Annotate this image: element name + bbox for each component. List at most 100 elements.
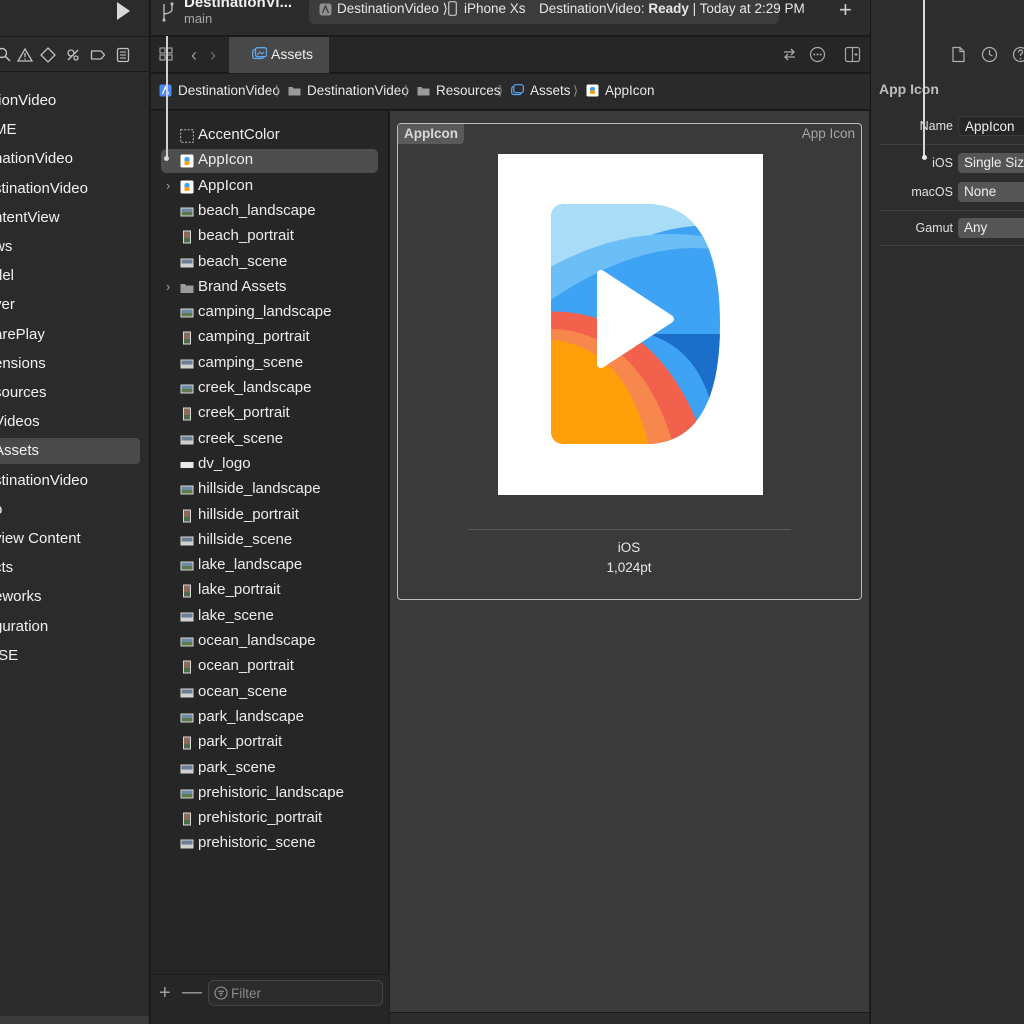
help-inspector-icon[interactable] bbox=[1012, 46, 1024, 63]
file-inspector-icon[interactable] bbox=[950, 46, 967, 63]
app-icon-set[interactable]: AppIcon App Icon iOS 1,024pt bbox=[397, 123, 862, 600]
asset-row[interactable]: AccentColor bbox=[161, 124, 378, 148]
asset-row[interactable]: prehistoric_scene bbox=[161, 832, 378, 856]
debug-navigator-icon[interactable] bbox=[65, 47, 81, 63]
image-scene-icon bbox=[180, 688, 194, 698]
asset-row[interactable]: creek_landscape bbox=[161, 377, 378, 401]
navigator-item[interactable]: nationVideo bbox=[0, 146, 140, 172]
navigator-item[interactable]: guration bbox=[0, 614, 140, 640]
asset-row[interactable]: hillside_landscape bbox=[161, 478, 378, 502]
asset-row[interactable]: hillside_portrait bbox=[161, 504, 378, 528]
find-navigator-icon[interactable] bbox=[0, 47, 12, 63]
asset-label: hillside_scene bbox=[198, 530, 293, 548]
navigator-item[interactable]: ME bbox=[0, 117, 140, 143]
ios-popup[interactable]: Single Size bbox=[958, 153, 1024, 173]
run-destination-selector[interactable]: iPhone Xs bbox=[464, 1, 526, 16]
asset-label: ocean_landscape bbox=[198, 632, 316, 649]
report-navigator-icon[interactable] bbox=[115, 47, 131, 63]
asset-row[interactable]: dv_logo bbox=[161, 453, 378, 477]
asset-row[interactable]: ocean_portrait bbox=[161, 655, 378, 679]
forward-chevron-icon[interactable]: › bbox=[210, 45, 216, 66]
navigator-item[interactable]: o bbox=[0, 497, 140, 523]
remove-asset-button[interactable]: — bbox=[182, 981, 202, 1004]
branch-name[interactable]: main bbox=[184, 11, 212, 26]
iphone-icon[interactable] bbox=[448, 1, 457, 16]
filter-field[interactable] bbox=[208, 980, 383, 1006]
asset-row[interactable]: prehistoric_landscape bbox=[161, 782, 378, 806]
asset-label: park_landscape bbox=[198, 707, 304, 725]
breadcrumb-appicon[interactable]: AppIcon bbox=[605, 83, 655, 98]
asset-row[interactable]: beach_portrait bbox=[161, 225, 378, 249]
navigator-item[interactable]: view Content bbox=[0, 526, 140, 552]
test-navigator-icon[interactable] bbox=[40, 47, 56, 63]
asset-row[interactable]: prehistoric_portrait bbox=[161, 807, 378, 831]
asset-row[interactable]: ocean_landscape bbox=[161, 630, 378, 654]
add-editor-icon[interactable] bbox=[844, 46, 861, 63]
breadcrumb-resources[interactable]: Resources bbox=[436, 83, 501, 98]
asset-label: creek_scene bbox=[198, 429, 284, 447]
asset-row[interactable]: park_scene bbox=[161, 757, 378, 781]
tab-assets[interactable]: Assets bbox=[229, 37, 329, 73]
navigator-item[interactable]: cts bbox=[0, 555, 140, 581]
issue-navigator-icon[interactable] bbox=[17, 47, 33, 63]
asset-row[interactable]: creek_scene bbox=[161, 428, 378, 452]
disclosure-chevron-icon[interactable]: › bbox=[166, 279, 170, 294]
project-name[interactable]: DestinationVi... bbox=[184, 0, 292, 11]
navigator-item[interactable]: ensions bbox=[0, 351, 140, 377]
asset-row[interactable]: lake_scene bbox=[161, 605, 378, 629]
navigator-item[interactable]: Assets bbox=[0, 438, 140, 465]
add-asset-button[interactable]: + bbox=[159, 982, 171, 1005]
breadcrumb-project[interactable]: DestinationVideo bbox=[178, 83, 280, 98]
asset-row[interactable]: park_landscape bbox=[161, 706, 378, 730]
iconset-name: AppIcon bbox=[398, 124, 464, 144]
navigator-item[interactable]: ISE bbox=[0, 643, 140, 669]
run-icon[interactable] bbox=[113, 0, 133, 22]
macos-popup[interactable]: None bbox=[958, 182, 1024, 202]
navigator-item[interactable]: arePlay bbox=[0, 322, 140, 348]
gamut-popup[interactable]: Any bbox=[958, 218, 1024, 238]
asset-row[interactable]: › AppIcon bbox=[161, 175, 378, 199]
navigator-item[interactable]: del bbox=[0, 263, 140, 289]
navigator-item[interactable]: ws bbox=[0, 234, 140, 260]
more-options-icon[interactable] bbox=[809, 46, 826, 63]
navigator-item[interactable]: Videos bbox=[0, 409, 140, 435]
folder-icon bbox=[180, 283, 194, 293]
asset-row[interactable]: camping_landscape bbox=[161, 301, 378, 325]
asset-row[interactable]: › Brand Assets bbox=[161, 276, 378, 300]
navigator-footer bbox=[0, 1016, 149, 1024]
icon-image-well[interactable] bbox=[498, 154, 763, 495]
breakpoint-navigator-icon[interactable] bbox=[90, 47, 106, 63]
asset-row[interactable]: park_portrait bbox=[161, 731, 378, 755]
navigator-item[interactable]: stinationVideo bbox=[0, 176, 140, 202]
navigator-item[interactable]: stinationVideo bbox=[0, 468, 140, 494]
history-inspector-icon[interactable] bbox=[981, 46, 998, 63]
asset-row[interactable]: ocean_scene bbox=[161, 681, 378, 705]
breadcrumb-group[interactable]: DestinationVideo bbox=[307, 83, 409, 98]
navigator-item[interactable]: eworks bbox=[0, 584, 140, 610]
scheme-selector[interactable]: DestinationVideo ⟩ bbox=[337, 1, 448, 17]
breadcrumb-assets[interactable]: Assets bbox=[530, 83, 571, 98]
asset-row[interactable]: beach_scene bbox=[161, 251, 378, 275]
navigator-item[interactable]: tionVideo bbox=[0, 88, 140, 114]
add-library-button[interactable]: + bbox=[839, 0, 852, 21]
build-status: DestinationVideo: Ready | Today at 2:29 … bbox=[539, 1, 805, 16]
asset-row[interactable]: camping_scene bbox=[161, 352, 378, 376]
navigator-item[interactable]: sources bbox=[0, 380, 140, 406]
disclosure-chevron-icon[interactable]: › bbox=[166, 178, 170, 193]
asset-row[interactable]: AppIcon bbox=[161, 149, 378, 174]
asset-row[interactable]: beach_landscape bbox=[161, 200, 378, 224]
navigator-item[interactable]: ntentView bbox=[0, 205, 140, 231]
image-landscape-icon bbox=[180, 384, 194, 394]
asset-row[interactable]: camping_portrait bbox=[161, 326, 378, 350]
filter-input[interactable] bbox=[231, 984, 376, 1002]
asset-row[interactable]: hillside_scene bbox=[161, 529, 378, 553]
swap-icon[interactable] bbox=[781, 46, 798, 63]
back-chevron-icon[interactable]: ‹ bbox=[191, 45, 197, 66]
asset-row[interactable]: lake_landscape bbox=[161, 554, 378, 578]
navigator-item[interactable]: yer bbox=[0, 292, 140, 318]
asset-row[interactable]: creek_portrait bbox=[161, 402, 378, 426]
app-scheme-icon[interactable] bbox=[319, 3, 332, 16]
name-field[interactable]: AppIcon bbox=[958, 116, 1024, 136]
breadcrumb-separator: ⟩ bbox=[275, 83, 281, 98]
asset-row[interactable]: lake_portrait bbox=[161, 579, 378, 603]
